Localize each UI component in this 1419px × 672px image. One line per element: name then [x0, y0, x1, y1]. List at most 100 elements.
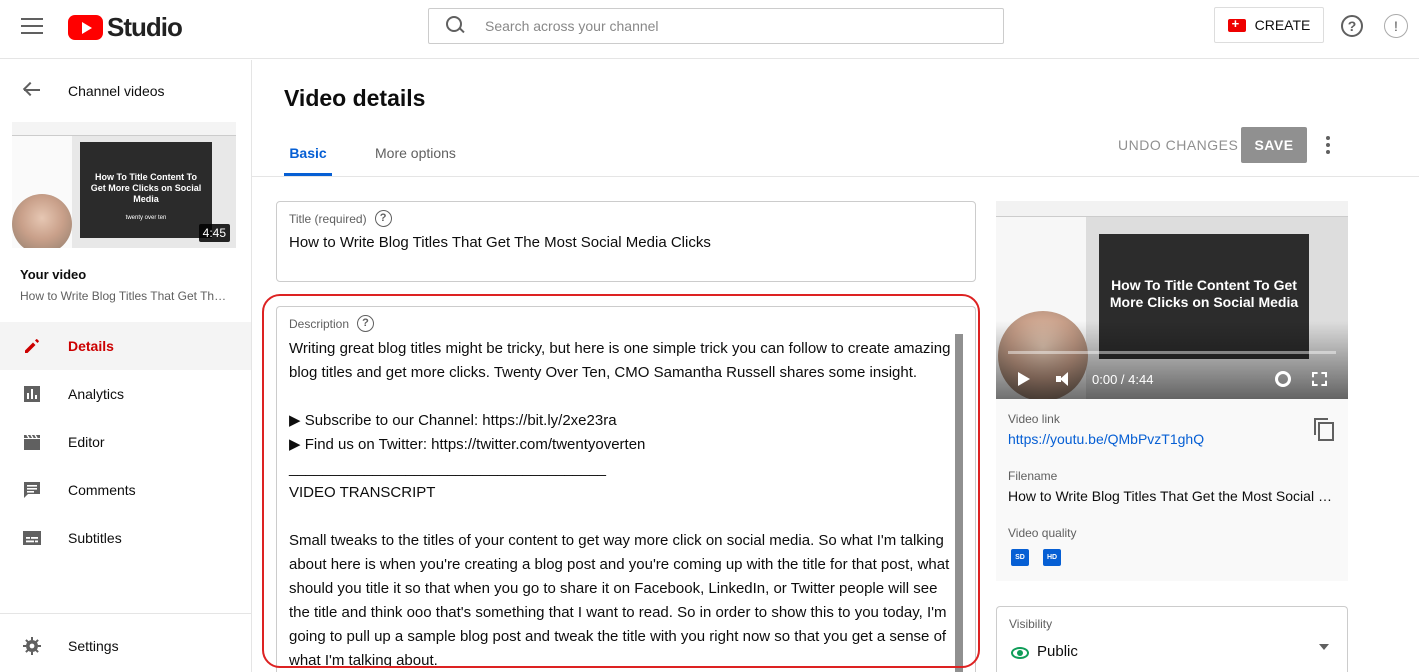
copy-icon[interactable] — [1314, 418, 1334, 441]
youtube-logo-icon — [68, 15, 103, 40]
thumb-slide-subtitle: twenty over ten — [125, 215, 167, 221]
volume-icon[interactable] — [1056, 371, 1076, 387]
search-icon[interactable] — [445, 15, 467, 37]
help-icon[interactable]: ? — [1341, 15, 1363, 37]
description-line: the title and think ooo that's something… — [289, 604, 947, 621]
top-bar: Studio CREATE ? ! — [0, 0, 1419, 59]
sidebar: Channel videos How To Title Content To G… — [0, 60, 252, 672]
filename-value: How to Write Blog Titles That Get the Mo… — [1008, 488, 1336, 504]
clapperboard-icon — [24, 434, 40, 450]
menu-icon[interactable] — [21, 18, 43, 36]
visibility-label: Visibility — [1009, 617, 1053, 631]
sidebar-item-label: Subtitles — [68, 530, 122, 546]
description-line: going to pull up a sample blog post and … — [289, 628, 947, 645]
thumb-slide-title: How To Title Content To Get More Clicks … — [90, 172, 202, 204]
tab-basic[interactable]: Basic — [284, 132, 332, 176]
chevron-down-icon[interactable] — [1319, 644, 1329, 650]
description-line — [289, 505, 957, 529]
undo-changes-button[interactable]: UNDO CHANGES — [1118, 137, 1238, 153]
logo-text: Studio — [107, 12, 183, 42]
video-quality-label: Video quality — [1008, 526, 1077, 540]
description-line: VIDEO TRANSCRIPT — [289, 484, 436, 501]
page-title: Video details — [284, 85, 426, 111]
description-field[interactable]: Description ? Writing great blog titles … — [276, 306, 976, 672]
thumb-slide: How To Title Content To Get More Clicks … — [80, 142, 212, 238]
sidebar-item-label: Settings — [68, 638, 119, 654]
help-circle-icon[interactable]: ? — [357, 315, 375, 332]
comment-icon — [24, 482, 40, 498]
title-input[interactable]: How to Write Blog Titles That Get The Mo… — [289, 234, 711, 251]
account-alert-icon[interactable]: ! — [1384, 14, 1408, 38]
player-slide-title: How To Title Content To Get More Clicks … — [1109, 277, 1299, 310]
video-thumbnail[interactable]: How To Title Content To Get More Clicks … — [12, 122, 236, 248]
sidebar-item-analytics[interactable]: Analytics — [0, 370, 251, 418]
sidebar-item-label: Editor — [68, 434, 105, 450]
player-controls-shade — [996, 321, 1348, 399]
play-icon[interactable] — [1018, 372, 1030, 386]
title-field[interactable]: Title (required) ? How to Write Blog Tit… — [276, 201, 976, 282]
description-line: ▶ Subscribe to our Channel: https://bit.… — [289, 412, 617, 429]
thumb-browser-bar — [12, 122, 236, 136]
back-to-channel-videos[interactable]: Channel videos — [0, 72, 251, 108]
back-label[interactable]: Channel videos — [68, 83, 165, 99]
description-line: about here is when you're creating a blo… — [289, 556, 950, 573]
description-line — [289, 385, 957, 409]
sidebar-item-label: Details — [68, 338, 114, 354]
description-line: what I'm talking about. — [289, 652, 438, 669]
fullscreen-icon[interactable] — [1312, 372, 1327, 386]
video-camera-add-icon — [1227, 16, 1246, 32]
create-button[interactable]: CREATE — [1214, 7, 1324, 43]
description-scrollbar[interactable] — [955, 334, 963, 672]
description-line: ______________________________________ — [289, 460, 607, 477]
description-textarea[interactable]: Writing great blog titles might be trick… — [289, 337, 957, 672]
title-label-row: Title (required) ? — [289, 210, 392, 227]
description-line: should you title it so that when you go … — [289, 580, 938, 597]
back-arrow-icon[interactable] — [23, 81, 41, 99]
description-label-row: Description ? — [289, 315, 375, 332]
description-line: blog titles and get more clicks. Twenty … — [289, 364, 918, 381]
sidebar-item-settings[interactable]: Settings — [0, 622, 251, 670]
subtitles-icon — [23, 531, 41, 545]
description-label: Description — [289, 316, 350, 331]
sidebar-item-editor[interactable]: Editor — [0, 418, 251, 466]
time-display: 0:00 / 4:44 — [1092, 372, 1154, 387]
progress-bar[interactable] — [1008, 351, 1336, 354]
pencil-icon — [25, 339, 39, 353]
tabs-divider — [252, 176, 1419, 177]
analytics-icon — [24, 386, 40, 402]
player-browser-bar — [996, 201, 1348, 217]
your-video-title: How to Write Blog Titles That Get The Mo… — [20, 289, 232, 303]
sidebar-item-comments[interactable]: Comments — [0, 466, 251, 514]
description-line: ▶ Find us on Twitter: https://twitter.co… — [289, 436, 646, 453]
title-label: Title (required) — [289, 211, 367, 226]
visibility-select[interactable]: Visibility Public — [996, 606, 1348, 672]
video-player[interactable]: How To Title Content To Get More Clicks … — [996, 201, 1348, 399]
filename-label: Filename — [1008, 469, 1058, 483]
sidebar-divider — [0, 613, 251, 614]
eye-icon — [1011, 647, 1029, 659]
sidebar-item-label: Comments — [68, 482, 136, 498]
tab-more-options[interactable]: More options — [375, 132, 465, 176]
search-bar[interactable] — [428, 8, 1004, 44]
help-circle-icon[interactable]: ? — [374, 210, 392, 227]
sd-badge-icon: SD — [1011, 549, 1029, 566]
your-video-label: Your video — [20, 267, 87, 282]
save-button[interactable]: SAVE — [1241, 127, 1307, 163]
description-line: Writing great blog titles might be trick… — [289, 340, 951, 357]
sidebar-item-details[interactable]: Details — [0, 322, 251, 370]
visibility-value: Public — [1037, 643, 1078, 660]
search-input[interactable] — [485, 18, 965, 34]
sidebar-item-label: Analytics — [68, 386, 125, 402]
video-link-label: Video link — [1008, 412, 1060, 426]
sidebar-item-subtitles[interactable]: Subtitles — [0, 514, 251, 562]
presenter-face — [12, 194, 72, 248]
hd-badge-icon: HD — [1043, 549, 1061, 566]
video-duration: 4:45 — [198, 224, 230, 242]
gear-icon — [23, 637, 41, 655]
video-link[interactable]: https://youtu.be/QMbPvzT1ghQ — [1008, 431, 1204, 447]
studio-logo[interactable]: Studio — [68, 12, 183, 43]
settings-gear-icon[interactable] — [1275, 371, 1291, 387]
video-info-card: Video link https://youtu.be/QMbPvzT1ghQ … — [996, 399, 1348, 581]
description-line: Small tweaks to the titles of your conte… — [289, 532, 944, 549]
more-options-icon[interactable] — [1323, 136, 1333, 156]
